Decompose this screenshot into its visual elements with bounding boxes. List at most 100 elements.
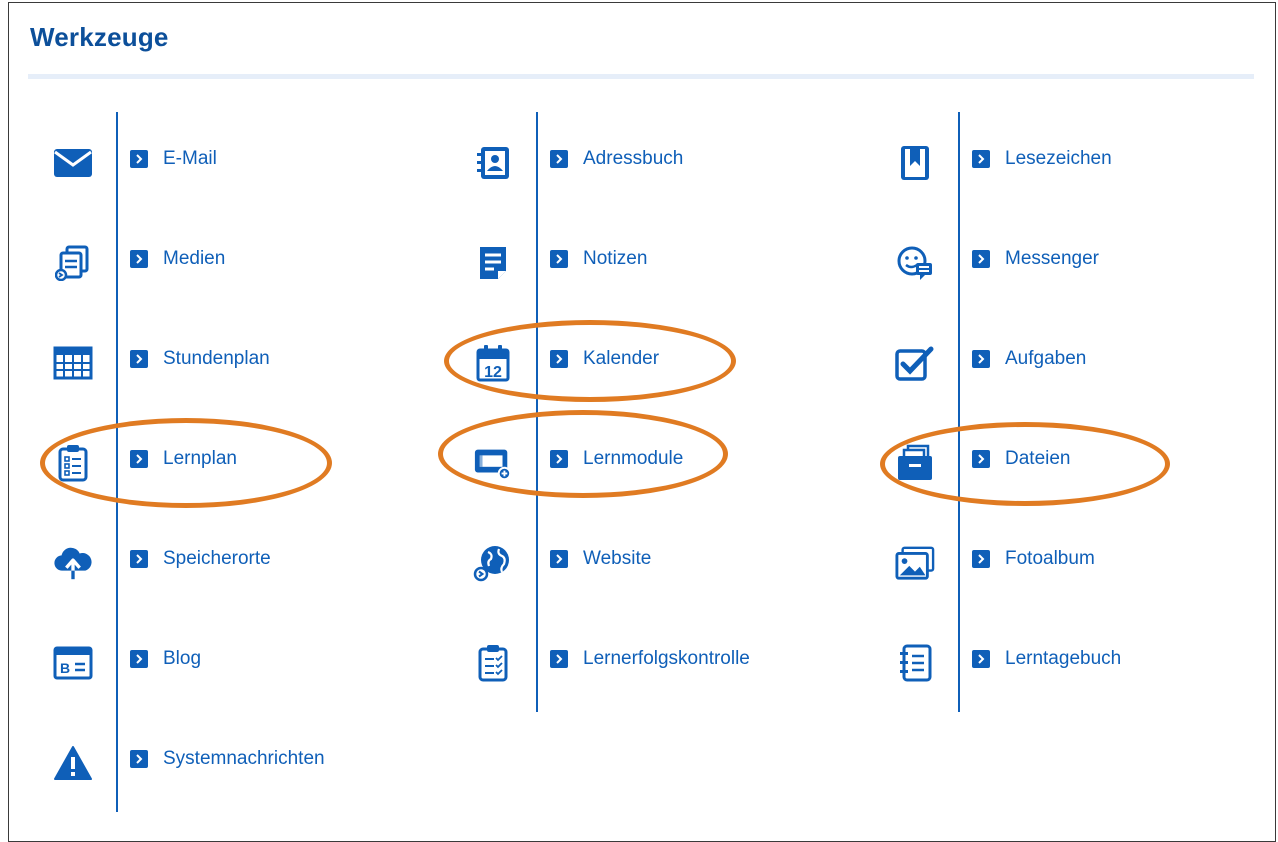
tool-link-lesezeichen[interactable]: Lesezeichen (972, 148, 1112, 170)
tool-link-lernerfolgskontrolle[interactable]: Lernerfolgskontrolle (550, 648, 750, 670)
messenger-icon[interactable] (895, 243, 935, 283)
blog-icon-text: B (60, 660, 70, 676)
divider (536, 412, 538, 512)
divider (958, 112, 960, 212)
tool-link-lernmodule[interactable]: Lernmodule (550, 448, 683, 470)
tool-dateien: Dateien (850, 412, 1250, 512)
tool-link-kalender[interactable]: Kalender (550, 348, 659, 370)
photo-album-icon[interactable] (895, 543, 935, 583)
arrow-right-icon (130, 650, 148, 668)
tool-link-messenger[interactable]: Messenger (972, 248, 1099, 270)
tool-label: Stundenplan (163, 348, 270, 369)
tool-label: Lernplan (163, 448, 237, 469)
divider (116, 312, 118, 412)
tool-lesezeichen: Lesezeichen (850, 112, 1250, 212)
tool-stundenplan: Stundenplan (8, 312, 408, 412)
tool-label: Lernerfolgskontrolle (583, 648, 750, 669)
tool-systemnachrichten: Systemnachrichten (8, 712, 408, 812)
tool-blog: B Blog (8, 612, 408, 712)
tool-email: E-Mail (8, 112, 408, 212)
arrow-right-icon (550, 350, 568, 368)
learning-module-icon[interactable] (473, 443, 513, 483)
globe-icon[interactable] (473, 543, 513, 583)
timetable-grid-icon[interactable] (53, 343, 93, 383)
calendar-day-text: 12 (484, 364, 502, 381)
journal-icon[interactable] (895, 643, 935, 683)
arrow-right-icon (972, 450, 990, 468)
divider (536, 512, 538, 612)
tool-link-lernplan[interactable]: Lernplan (130, 448, 237, 470)
arrow-right-icon (130, 250, 148, 268)
warning-icon[interactable] (53, 743, 93, 783)
bookmark-icon[interactable] (895, 143, 935, 183)
clipboard-list-icon[interactable] (53, 443, 93, 483)
divider (536, 612, 538, 712)
divider (116, 112, 118, 212)
divider (116, 512, 118, 612)
tool-link-fotoalbum[interactable]: Fotoalbum (972, 548, 1095, 570)
divider (116, 412, 118, 512)
tool-link-blog[interactable]: Blog (130, 648, 201, 670)
tool-link-speicherorte[interactable]: Speicherorte (130, 548, 271, 570)
calendar-icon[interactable]: 12 (473, 343, 513, 383)
tool-link-systemnachrichten[interactable]: Systemnachrichten (130, 748, 325, 770)
divider (536, 312, 538, 412)
tool-adressbuch: Adressbuch (428, 112, 828, 212)
arrow-right-icon (550, 250, 568, 268)
tool-lernplan: Lernplan (8, 412, 408, 512)
tool-link-email[interactable]: E-Mail (130, 148, 217, 170)
tool-link-adressbuch[interactable]: Adressbuch (550, 148, 683, 170)
arrow-right-icon (130, 350, 148, 368)
checkbox-icon[interactable] (895, 343, 935, 383)
divider (116, 612, 118, 712)
address-book-icon[interactable] (473, 143, 513, 183)
tool-lernerfolgskontrolle: Lernerfolgskontrolle (428, 612, 828, 712)
divider (116, 712, 118, 812)
divider (958, 512, 960, 612)
arrow-right-icon (130, 550, 148, 568)
arrow-right-icon (550, 650, 568, 668)
panel-title: Werkzeuge (30, 22, 169, 52)
envelope-icon[interactable] (53, 143, 93, 183)
tool-link-lerntagebuch[interactable]: Lerntagebuch (972, 648, 1121, 670)
clipboard-check-icon[interactable] (473, 643, 513, 683)
divider (536, 112, 538, 212)
divider (536, 212, 538, 312)
divider (116, 212, 118, 312)
arrow-right-icon (550, 450, 568, 468)
blog-icon[interactable]: B (53, 643, 93, 683)
notes-icon[interactable] (473, 243, 513, 283)
arrow-right-icon (550, 550, 568, 568)
arrow-right-icon (972, 250, 990, 268)
tool-link-medien[interactable]: Medien (130, 248, 225, 270)
arrow-right-icon (972, 350, 990, 368)
divider (958, 212, 960, 312)
tool-label: Dateien (1005, 448, 1071, 469)
tool-label: Website (583, 548, 652, 569)
tool-medien: Medien (8, 212, 408, 312)
folder-files-icon[interactable] (895, 443, 935, 483)
tool-link-aufgaben[interactable]: Aufgaben (972, 348, 1086, 370)
tool-label: Lernmodule (583, 448, 684, 469)
tool-website: Website (428, 512, 828, 612)
tool-fotoalbum: Fotoalbum (850, 512, 1250, 612)
arrow-right-icon (130, 750, 148, 768)
tool-label: Lerntagebuch (1005, 648, 1122, 669)
tool-link-website[interactable]: Website (550, 548, 651, 570)
tool-link-stundenplan[interactable]: Stundenplan (130, 348, 270, 370)
tool-label: Lesezeichen (1005, 148, 1112, 169)
tool-label: Speicherorte (163, 548, 271, 569)
tool-lerntagebuch: Lerntagebuch (850, 612, 1250, 712)
cloud-upload-icon[interactable] (53, 543, 93, 583)
arrow-right-icon (130, 150, 148, 168)
tool-messenger: Messenger (850, 212, 1250, 312)
tool-speicherorte: Speicherorte (8, 512, 408, 612)
tool-link-notizen[interactable]: Notizen (550, 248, 647, 270)
title-divider (28, 74, 1254, 79)
tool-label: Aufgaben (1005, 348, 1087, 369)
divider (958, 412, 960, 512)
tool-link-dateien[interactable]: Dateien (972, 448, 1071, 470)
media-icon[interactable] (53, 243, 93, 283)
tool-label: Blog (163, 648, 202, 669)
arrow-right-icon (972, 550, 990, 568)
